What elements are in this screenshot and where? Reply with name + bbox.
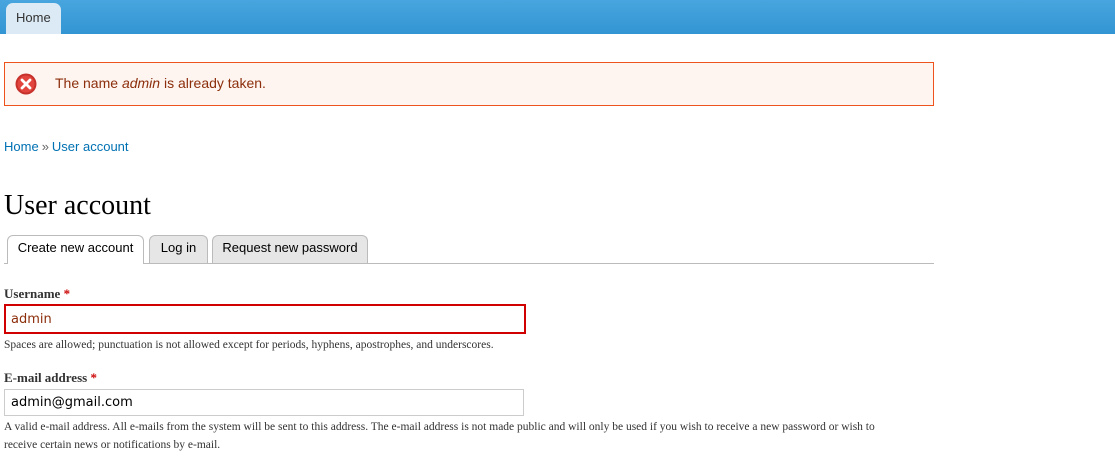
tab-log-in[interactable]: Log in: [149, 235, 208, 263]
username-label-text: Username: [4, 286, 61, 301]
error-text-after: is already taken.: [160, 75, 266, 91]
tab-create-new-account[interactable]: Create new account: [7, 235, 144, 264]
username-required-marker: *: [63, 286, 71, 301]
error-message: The name admin is already taken.: [4, 62, 934, 106]
username-input[interactable]: [4, 304, 526, 334]
error-text-before: The name: [55, 75, 122, 91]
page-title: User account: [4, 190, 151, 221]
username-label: Username *: [4, 286, 70, 302]
username-description: Spaces are allowed; punctuation is not a…: [4, 339, 494, 351]
breadcrumb-separator: »: [41, 139, 49, 154]
email-required-marker: *: [90, 370, 97, 385]
breadcrumb-home-link[interactable]: Home: [4, 139, 39, 154]
top-navigation-bar: Home: [0, 0, 1115, 34]
tab-request-new-password[interactable]: Request new password: [212, 235, 368, 263]
account-tabs: Create new account Log in Request new pa…: [4, 235, 934, 264]
email-label-text: E-mail address: [4, 370, 88, 385]
error-text: The name admin is already taken.: [55, 75, 266, 91]
email-label: E-mail address *: [4, 370, 97, 386]
email-input[interactable]: [4, 389, 524, 416]
breadcrumb: Home» User account: [4, 139, 129, 154]
email-description-line-2: receive certain news or notifications by…: [4, 439, 221, 451]
error-x-icon: [15, 73, 37, 95]
home-tab[interactable]: Home: [6, 3, 61, 34]
error-taken-name: admin: [121, 75, 161, 91]
email-description-line-1: A valid e-mail address. All e-mails from…: [4, 421, 875, 433]
breadcrumb-user-account-link[interactable]: User account: [52, 139, 129, 154]
